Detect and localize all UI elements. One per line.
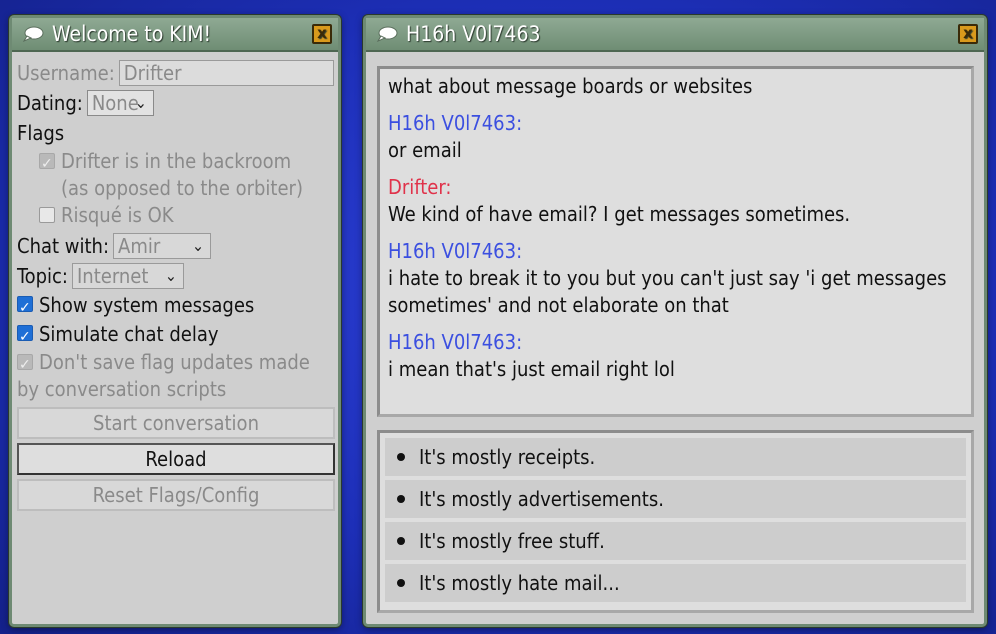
flag-backroom-label: Drifter is in the backroom (as opposed t…	[61, 149, 303, 200]
reply-option[interactable]: It's mostly hate mail...	[385, 564, 966, 602]
bullet-icon	[397, 453, 405, 461]
topic-row: Topic: Internet ⌄	[17, 261, 334, 291]
chevron-down-icon: ⌄	[191, 236, 205, 255]
chat-titlebar[interactable]: H16h V0l7463 x	[366, 18, 984, 52]
username-row: Username: Drifter	[17, 58, 334, 88]
opt-system-messages[interactable]: Show system messages	[17, 291, 334, 323]
chat-window: H16h V0l7463 x what about message boards…	[363, 15, 987, 627]
flag-backroom-checkbox	[39, 151, 55, 178]
settings-titlebar[interactable]: Welcome to KIM! x	[12, 18, 338, 52]
topic-label: Topic:	[17, 264, 68, 288]
reset-flags-button: Reset Flags/Config	[17, 479, 335, 511]
message-sender: H16h V0l7463:	[388, 239, 523, 263]
message-text: what about message boards or websites	[388, 74, 753, 98]
chevron-down-icon: ⌄	[134, 93, 147, 112]
topic-select-value: Internet	[76, 264, 149, 288]
chat-close-button[interactable]: x	[958, 24, 978, 44]
dating-select-value: None	[91, 91, 139, 115]
message-sender: H16h V0l7463:	[388, 330, 523, 354]
reply-choices: It's mostly receipts. It's mostly advert…	[377, 430, 974, 613]
settings-window: Welcome to KIM! x Username: Drifter Dati…	[9, 15, 341, 627]
chat-with-label: Chat with:	[17, 234, 110, 258]
reply-option[interactable]: It's mostly free stuff.	[385, 522, 966, 560]
message-text: i mean that's just email right lol	[388, 357, 675, 381]
reply-option-text: It's mostly hate mail...	[419, 571, 620, 595]
reply-option[interactable]: It's mostly receipts.	[385, 438, 966, 476]
reply-option-text: It's mostly free stuff.	[419, 529, 605, 553]
chevron-down-icon: ⌄	[164, 266, 177, 285]
settings-window-title: Welcome to KIM!	[52, 22, 212, 46]
system-messages-label: Show system messages	[39, 293, 255, 317]
message-sender: Drifter:	[388, 175, 452, 199]
reply-option-text: It's mostly receipts.	[419, 445, 596, 469]
dating-label: Dating:	[17, 91, 83, 115]
dont-save-checkbox	[17, 352, 33, 379]
message-text: i hate to break it to you but you can't …	[388, 266, 947, 317]
chat-with-select-value: Amir	[118, 234, 161, 258]
message-text: We kind of have email? I get messages so…	[388, 202, 851, 226]
username-label: Username:	[17, 61, 115, 85]
chat-bubble-icon	[376, 26, 398, 42]
message: H16h V0l7463: or email	[388, 110, 963, 164]
chat-window-title: H16h V0l7463	[406, 22, 541, 46]
start-conversation-button: Start conversation	[17, 407, 335, 439]
reload-button[interactable]: Reload	[17, 443, 335, 475]
flag-risque: Risqué is OK	[17, 202, 334, 229]
flag-risque-label: Risqué is OK	[61, 203, 174, 227]
message: what about message boards or websites	[388, 73, 963, 100]
topic-select[interactable]: Internet ⌄	[71, 263, 184, 289]
message-sender: H16h V0l7463:	[388, 111, 523, 135]
flags-heading: Flags	[17, 121, 65, 145]
chat-with-row: Chat with: Amir ⌄	[17, 231, 334, 261]
system-messages-checkbox[interactable]	[17, 294, 33, 323]
dating-row: Dating: None ⌄	[17, 88, 334, 118]
flag-backroom: Drifter is in the backroom (as opposed t…	[17, 148, 334, 202]
flag-risque-checkbox	[39, 207, 55, 223]
message: H16h V0l7463: i mean that's just email r…	[388, 329, 963, 383]
opt-dont-save: Don't save flag updates made by conversa…	[17, 349, 334, 403]
message: Drifter: We kind of have email? I get me…	[388, 174, 963, 228]
settings-panel: Username: Drifter Dating: None ⌄ Flags D…	[12, 52, 338, 511]
dont-save-label: Don't save flag updates made by conversa…	[17, 350, 310, 401]
chat-delay-label: Simulate chat delay	[39, 322, 219, 346]
bullet-icon	[397, 579, 405, 587]
bullet-icon	[397, 537, 405, 545]
bullet-icon	[397, 495, 405, 503]
chat-delay-checkbox[interactable]	[17, 323, 33, 352]
chat-log[interactable]: what about message boards or websites H1…	[377, 66, 974, 417]
chat-bubble-icon	[22, 26, 44, 42]
dating-select[interactable]: None ⌄	[86, 90, 154, 116]
message: H16h V0l7463: i hate to break it to you …	[388, 238, 963, 319]
reply-option[interactable]: It's mostly advertisements.	[385, 480, 966, 518]
username-input[interactable]: Drifter	[118, 60, 334, 86]
reply-option-text: It's mostly advertisements.	[419, 487, 664, 511]
opt-chat-delay[interactable]: Simulate chat delay	[17, 320, 334, 352]
message-text: or email	[388, 138, 462, 162]
settings-close-button[interactable]: x	[312, 24, 332, 44]
chat-with-select[interactable]: Amir ⌄	[113, 233, 212, 259]
